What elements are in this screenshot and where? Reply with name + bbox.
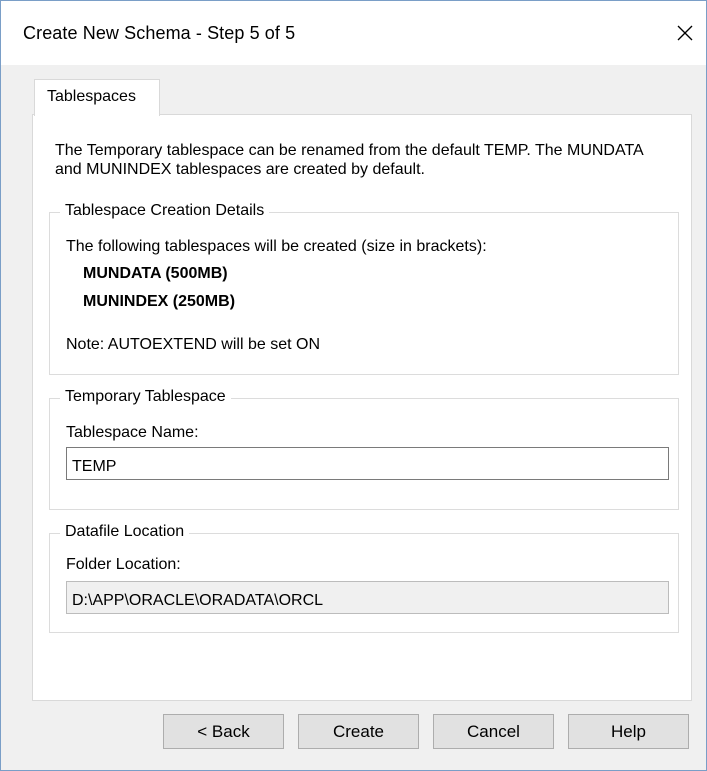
close-icon bbox=[677, 25, 693, 41]
tablespace-creation-details-group: Tablespace Creation Details The followin… bbox=[49, 202, 679, 375]
back-button[interactable]: < Back bbox=[163, 714, 284, 749]
tablespace-mundata: MUNDATA (500MB) bbox=[83, 265, 228, 282]
dialog-window: Create New Schema - Step 5 of 5 Tablespa… bbox=[0, 0, 707, 771]
help-button[interactable]: Help bbox=[568, 714, 689, 749]
group-legend: Temporary Tablespace bbox=[60, 388, 231, 406]
folder-location-input[interactable] bbox=[66, 581, 669, 614]
tablespaces-panel: The Temporary tablespace can be renamed … bbox=[32, 114, 692, 701]
creation-description: The following tablespaces will be create… bbox=[66, 238, 487, 255]
dialog-title: Create New Schema - Step 5 of 5 bbox=[23, 23, 296, 43]
autoextend-note: Note: AUTOEXTEND will be set ON bbox=[66, 336, 320, 353]
tablespace-name-label: Tablespace Name: bbox=[66, 424, 199, 441]
folder-location-label: Folder Location: bbox=[66, 556, 181, 573]
datafile-location-group: Datafile Location Folder Location: bbox=[49, 523, 679, 633]
tablespace-name-input[interactable] bbox=[66, 447, 669, 480]
close-button[interactable] bbox=[668, 15, 702, 51]
title-bar: Create New Schema - Step 5 of 5 bbox=[1, 1, 706, 65]
intro-text: The Temporary tablespace can be renamed … bbox=[55, 142, 643, 178]
tab-tablespaces[interactable]: Tablespaces bbox=[34, 79, 160, 116]
group-legend: Datafile Location bbox=[60, 523, 190, 541]
cancel-button[interactable]: Cancel bbox=[433, 714, 554, 749]
group-legend: Tablespace Creation Details bbox=[60, 202, 270, 220]
create-button[interactable]: Create bbox=[298, 714, 419, 749]
tablespace-munindex: MUNINDEX (250MB) bbox=[83, 293, 236, 310]
temporary-tablespace-group: Temporary Tablespace Tablespace Name: bbox=[49, 388, 679, 510]
